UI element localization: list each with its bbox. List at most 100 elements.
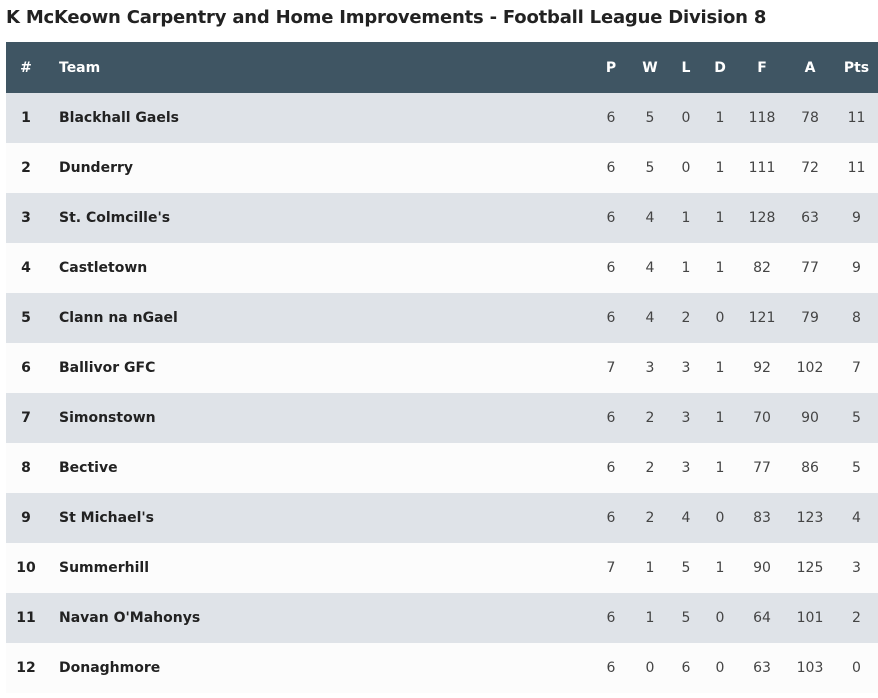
cell-drawn: 0 [715,660,725,676]
col-header-against: A [804,59,816,76]
table-row: 5 Clann na nGael 6 4 2 0 121 79 8 [6,293,878,343]
cell-spacer [46,493,59,543]
cell-won: 5 [645,160,655,176]
cell-for: 82 [753,260,771,276]
cell-points: 2 [852,610,861,626]
cell-spacer [46,443,59,493]
cell-played: 6 [606,460,616,476]
cell-against: 72 [801,160,819,176]
cell-drawn: 1 [715,210,725,226]
cell-team-name: Blackhall Gaels [59,110,179,126]
cell-points: 5 [852,410,861,426]
table-row: 12 Donaghmore 6 0 6 0 63 103 0 [6,643,878,693]
cell-spacer [46,193,59,243]
cell-for: 64 [753,610,771,626]
cell-team-name: Donaghmore [59,660,161,676]
cell-spacer [46,293,59,343]
cell-played: 6 [606,660,616,676]
cell-position: 11 [16,610,36,626]
cell-lost: 0 [681,160,691,176]
cell-spacer [46,643,59,693]
table-row: 6 Ballivor GFC 7 3 3 1 92 102 7 [6,343,878,393]
cell-for: 63 [753,660,771,676]
cell-for: 77 [753,460,771,476]
page-title: K McKeown Carpentry and Home Improvement… [6,7,767,28]
col-header-won: W [642,59,658,76]
cell-for: 128 [748,210,776,226]
cell-points: 9 [852,210,861,226]
cell-team-name: Ballivor GFC [59,360,156,376]
cell-spacer [46,93,59,143]
cell-against: 86 [801,460,819,476]
table-row: 2 Dunderry 6 5 0 1 111 72 11 [6,143,878,193]
cell-drawn: 0 [715,510,725,526]
cell-points: 11 [847,160,866,176]
table-row: 7 Simonstown 6 2 3 1 70 90 5 [6,393,878,443]
cell-spacer [46,593,59,643]
table-row: 11 Navan O'Mahonys 6 1 5 0 64 101 2 [6,593,878,643]
cell-team-name: Castletown [59,260,148,276]
cell-won: 0 [645,660,655,676]
cell-against: 63 [801,210,819,226]
cell-points: 3 [852,560,861,576]
cell-played: 6 [606,610,616,626]
cell-against: 123 [796,510,824,526]
col-header-spacer [46,42,59,93]
cell-position: 5 [21,310,31,326]
cell-against: 103 [796,660,824,676]
cell-lost: 1 [681,210,691,226]
cell-played: 6 [606,260,616,276]
cell-points: 9 [852,260,861,276]
cell-team-name: Dunderry [59,160,134,176]
cell-position: 8 [21,460,31,476]
cell-position: 2 [21,160,31,176]
cell-won: 1 [645,560,655,576]
cell-drawn: 0 [715,310,725,326]
cell-won: 5 [645,110,655,126]
cell-points: 11 [847,110,866,126]
table-row: 1 Blackhall Gaels 6 5 0 1 118 78 11 [6,93,878,143]
league-table: # Team P W L D F A Pts 1 Blackhall Gaels 6… [6,42,878,693]
cell-lost: 3 [681,460,691,476]
cell-for: 70 [753,410,771,426]
cell-position: 6 [21,360,31,376]
cell-points: 4 [852,510,861,526]
cell-drawn: 1 [715,410,725,426]
cell-lost: 2 [681,310,691,326]
cell-spacer [46,343,59,393]
cell-against: 101 [796,610,824,626]
cell-against: 102 [796,360,824,376]
cell-lost: 4 [681,510,691,526]
table-header-row: # Team P W L D F A Pts [6,42,878,93]
cell-drawn: 1 [715,260,725,276]
cell-team-name: Navan O'Mahonys [59,610,201,626]
cell-position: 9 [21,510,31,526]
cell-for: 111 [748,160,776,176]
cell-points: 8 [852,310,861,326]
cell-lost: 5 [681,610,691,626]
cell-team-name: Clann na nGael [59,310,178,326]
cell-lost: 3 [681,360,691,376]
cell-won: 4 [645,260,655,276]
cell-for: 83 [753,510,771,526]
cell-spacer [46,393,59,443]
cell-for: 90 [753,560,771,576]
cell-against: 79 [801,310,819,326]
cell-points: 7 [852,360,861,376]
col-header-played: P [605,59,617,76]
cell-team-name: Simonstown [59,410,156,426]
cell-for: 118 [748,110,776,126]
cell-team-name: St. Colmcille's [59,210,171,226]
cell-position: 3 [21,210,31,226]
cell-lost: 3 [681,410,691,426]
cell-played: 6 [606,210,616,226]
cell-against: 125 [796,560,824,576]
cell-won: 4 [645,310,655,326]
cell-played: 6 [606,110,616,126]
cell-team-name: Summerhill [59,560,149,576]
table-body: 1 Blackhall Gaels 6 5 0 1 118 78 11 2 Dunderry 6 5 0 1… [6,93,878,693]
cell-against: 77 [801,260,819,276]
cell-drawn: 1 [715,160,725,176]
cell-lost: 6 [681,660,691,676]
cell-played: 6 [606,160,616,176]
